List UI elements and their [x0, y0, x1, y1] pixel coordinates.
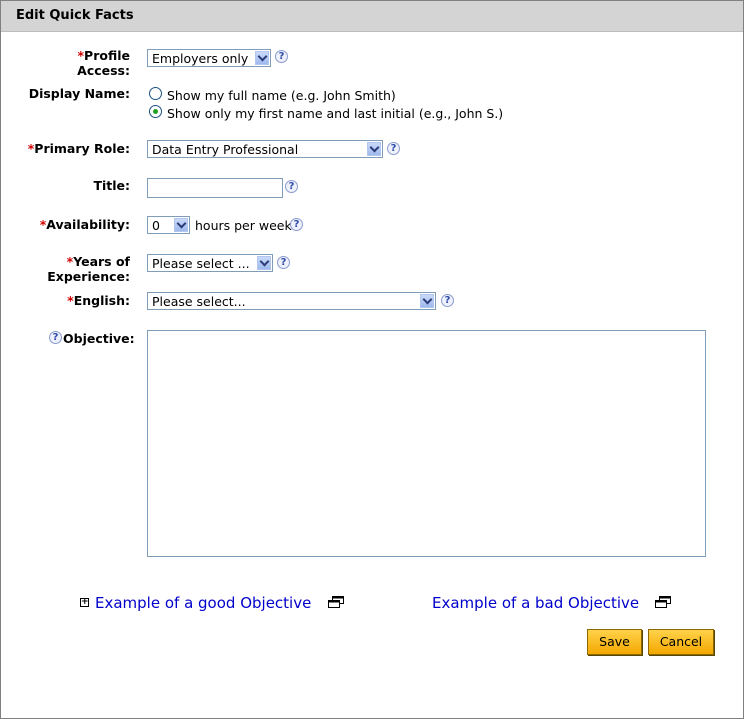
display-name-label: Display Name:: [28, 86, 130, 101]
help-icon[interactable]: ?: [277, 256, 290, 269]
help-icon[interactable]: ?: [285, 180, 298, 193]
chevron-down-icon: [367, 142, 381, 156]
expand-icon[interactable]: +: [80, 598, 89, 607]
edit-quick-facts-dialog: Edit Quick Facts *Profile Access: Employ…: [0, 0, 744, 719]
objective-label: Objective:: [63, 331, 135, 346]
full-name-radio[interactable]: [149, 87, 162, 100]
save-button[interactable]: Save: [587, 629, 642, 655]
popup-window-icon[interactable]: [328, 596, 344, 608]
years-experience-select[interactable]: Please select ...: [147, 254, 273, 272]
bad-objective-link[interactable]: Example of a bad Objective: [432, 594, 639, 612]
full-name-radio-label[interactable]: Show my full name (e.g. John Smith): [167, 88, 396, 103]
first-name-initial-radio-label[interactable]: Show only my first name and last initial…: [167, 106, 503, 121]
help-icon[interactable]: ?: [290, 218, 303, 231]
chevron-down-icon: [257, 256, 271, 270]
years-experience-label: *Years of Experience:: [47, 254, 130, 284]
primary-role-select[interactable]: Data Entry Professional: [147, 140, 383, 158]
help-icon[interactable]: ?: [49, 331, 62, 344]
help-icon[interactable]: ?: [275, 50, 288, 63]
hours-per-week-label: hours per week: [195, 218, 292, 233]
profile-access-select[interactable]: Employers only: [147, 49, 271, 67]
availability-label: *Availability:: [39, 217, 130, 232]
help-icon[interactable]: ?: [441, 294, 454, 307]
availability-select[interactable]: 0: [147, 216, 190, 234]
good-objective-link[interactable]: Example of a good Objective: [95, 594, 311, 612]
primary-role-label: *Primary Role:: [27, 141, 130, 156]
help-icon[interactable]: ?: [387, 142, 400, 155]
objective-textarea[interactable]: [147, 330, 706, 557]
english-label: *English:: [67, 293, 130, 308]
title-label: Title:: [93, 178, 130, 193]
english-select[interactable]: Please select...: [147, 292, 436, 310]
profile-access-label: *Profile Access:: [77, 48, 130, 78]
dialog-title: Edit Quick Facts: [16, 8, 134, 23]
cancel-button[interactable]: Cancel: [648, 629, 714, 655]
chevron-down-icon: [255, 51, 269, 65]
chevron-down-icon: [420, 294, 434, 308]
first-name-initial-radio[interactable]: [149, 105, 162, 118]
title-input[interactable]: [147, 178, 283, 198]
chevron-down-icon: [174, 218, 188, 232]
popup-window-icon[interactable]: [655, 596, 671, 608]
dialog-title-bar: Edit Quick Facts: [1, 1, 743, 32]
